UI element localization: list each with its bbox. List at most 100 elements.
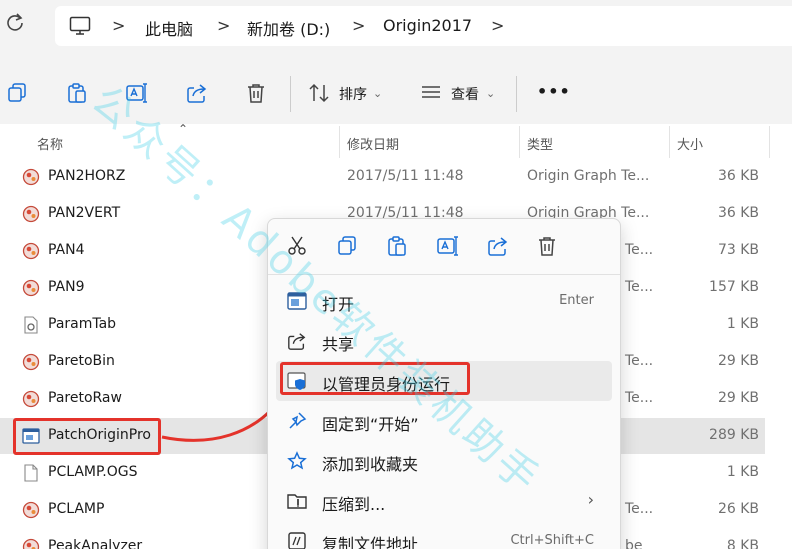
view-button[interactable]: 查看 <box>451 84 479 104</box>
file-type: Te... <box>625 353 654 369</box>
share-icon[interactable] <box>487 235 509 257</box>
breadcrumb-this-pc[interactable]: 此电脑 <box>145 16 193 40</box>
delete-icon[interactable] <box>245 82 267 104</box>
file-name: PCLAMP.OGS <box>48 464 138 480</box>
menu-item-add-to-favorites[interactable]: 添加到收藏夹 <box>276 441 612 481</box>
chevron-down-icon[interactable]: ⌄ <box>486 87 495 100</box>
sort-icon[interactable] <box>308 82 330 104</box>
file-size: 29 KB <box>717 353 759 369</box>
column-divider[interactable] <box>769 126 770 158</box>
chevron-right-icon[interactable]: > <box>491 16 504 35</box>
file-name: PAN9 <box>48 279 85 295</box>
rename-icon[interactable] <box>125 82 147 104</box>
zip-folder-icon <box>287 491 307 511</box>
settings-file-icon <box>22 316 40 334</box>
file-name: PAN4 <box>48 242 85 258</box>
column-divider[interactable] <box>669 126 670 158</box>
column-header-type[interactable]: 类型 <box>527 134 553 153</box>
share-icon <box>287 331 307 351</box>
file-size: 157 KB <box>709 279 759 295</box>
menu-item-label: 打开 <box>322 295 355 314</box>
origin-graph-icon <box>22 168 40 186</box>
origin-graph-icon <box>22 390 40 408</box>
blank-file-icon <box>22 464 40 482</box>
star-icon <box>287 451 307 471</box>
file-size: 26 KB <box>717 501 759 517</box>
submenu-arrow-icon: › <box>587 490 594 509</box>
breadcrumb-drive-d[interactable]: 新加卷 (D:) <box>247 16 330 40</box>
share-icon[interactable] <box>186 82 208 104</box>
pin-icon <box>287 411 307 431</box>
file-size: 36 KB <box>717 168 759 184</box>
menu-item-shortcut: Ctrl+Shift+C <box>510 533 594 548</box>
chevron-right-icon[interactable]: > <box>217 16 230 35</box>
sort-button[interactable]: 排序 <box>339 84 367 104</box>
cut-icon[interactable] <box>286 235 308 257</box>
more-options-button[interactable]: ••• <box>537 82 571 101</box>
column-header-size[interactable]: 大小 <box>677 134 703 153</box>
rename-icon[interactable] <box>436 235 458 257</box>
menu-item-share[interactable]: 共享 <box>276 321 612 361</box>
chevron-down-icon[interactable]: ⌄ <box>373 87 382 100</box>
origin-graph-icon <box>22 538 40 549</box>
file-name: ParetoBin <box>48 353 115 369</box>
file-type: Te... <box>625 279 654 295</box>
file-name: ParamTab <box>48 316 117 332</box>
open-window-icon <box>287 291 307 311</box>
file-type: Te... <box>625 242 654 258</box>
menu-item-compress[interactable]: 压缩到... › <box>276 481 612 521</box>
chevron-right-icon[interactable]: > <box>352 16 365 35</box>
file-size: 73 KB <box>717 242 759 258</box>
file-date: 2017/5/11 11:48 <box>347 168 464 184</box>
delete-icon[interactable] <box>536 235 558 257</box>
origin-graph-icon <box>22 353 40 371</box>
paste-icon[interactable] <box>386 235 408 257</box>
file-size: 8 KB <box>726 538 759 549</box>
sort-ascending-icon: ⌃ <box>178 122 189 136</box>
file-type: Origin Graph Te... <box>527 168 650 184</box>
menu-item-label: 添加到收藏夹 <box>322 455 419 474</box>
origin-graph-icon <box>22 242 40 260</box>
breadcrumb-origin2017[interactable]: Origin2017 <box>383 16 472 35</box>
file-name: PeakAnalyzer <box>48 538 143 549</box>
file-size: 29 KB <box>717 390 759 406</box>
menu-item-label: 复制文件地址 <box>322 535 419 549</box>
column-divider[interactable] <box>339 126 340 158</box>
file-size: 1 KB <box>726 464 759 480</box>
computer-icon <box>69 16 91 40</box>
file-size: 36 KB <box>717 205 759 221</box>
menu-item-open[interactable]: 打开 Enter <box>276 281 612 321</box>
toolbar-divider <box>516 76 517 112</box>
file-size: 289 KB <box>709 427 759 443</box>
file-type: Te... <box>625 501 654 517</box>
file-name: ParetoRaw <box>48 390 122 406</box>
menu-item-pin-to-start[interactable]: 固定到“开始” <box>276 401 612 441</box>
chevron-right-icon[interactable]: > <box>112 16 125 35</box>
file-type: Te... <box>625 390 654 406</box>
menu-item-shortcut: Enter <box>559 293 594 308</box>
origin-graph-icon <box>22 205 40 223</box>
view-icon[interactable] <box>420 82 442 104</box>
column-header-name[interactable]: 名称 <box>37 134 63 153</box>
file-name: PCLAMP <box>48 501 105 517</box>
address-bar[interactable]: > 此电脑 > 新加卷 (D:) > Origin2017 > <box>55 6 792 46</box>
origin-graph-icon <box>22 501 40 519</box>
file-name: PAN2HORZ <box>48 168 126 184</box>
file-name: PAN2VERT <box>48 205 121 221</box>
menu-item-label: 压缩到... <box>322 495 386 514</box>
file-highlight-box <box>13 418 161 455</box>
context-quick-actions <box>268 219 620 275</box>
copy-icon[interactable] <box>336 235 358 257</box>
file-type: be <box>625 538 643 549</box>
column-header-date[interactable]: 修改日期 <box>347 134 399 153</box>
menu-item-label: 共享 <box>322 335 355 354</box>
file-row[interactable]: PAN2HORZ 2017/5/11 11:48 Origin Graph Te… <box>0 159 765 195</box>
file-size: 1 KB <box>726 316 759 332</box>
toolbar-divider <box>290 76 291 112</box>
paste-icon[interactable] <box>66 82 88 104</box>
column-divider[interactable] <box>519 126 520 158</box>
refresh-icon[interactable] <box>6 12 24 38</box>
menu-item-copy-path[interactable]: 复制文件地址 Ctrl+Shift+C <box>276 521 612 549</box>
admin-highlight-box <box>280 362 470 395</box>
copy-icon[interactable] <box>6 82 28 104</box>
